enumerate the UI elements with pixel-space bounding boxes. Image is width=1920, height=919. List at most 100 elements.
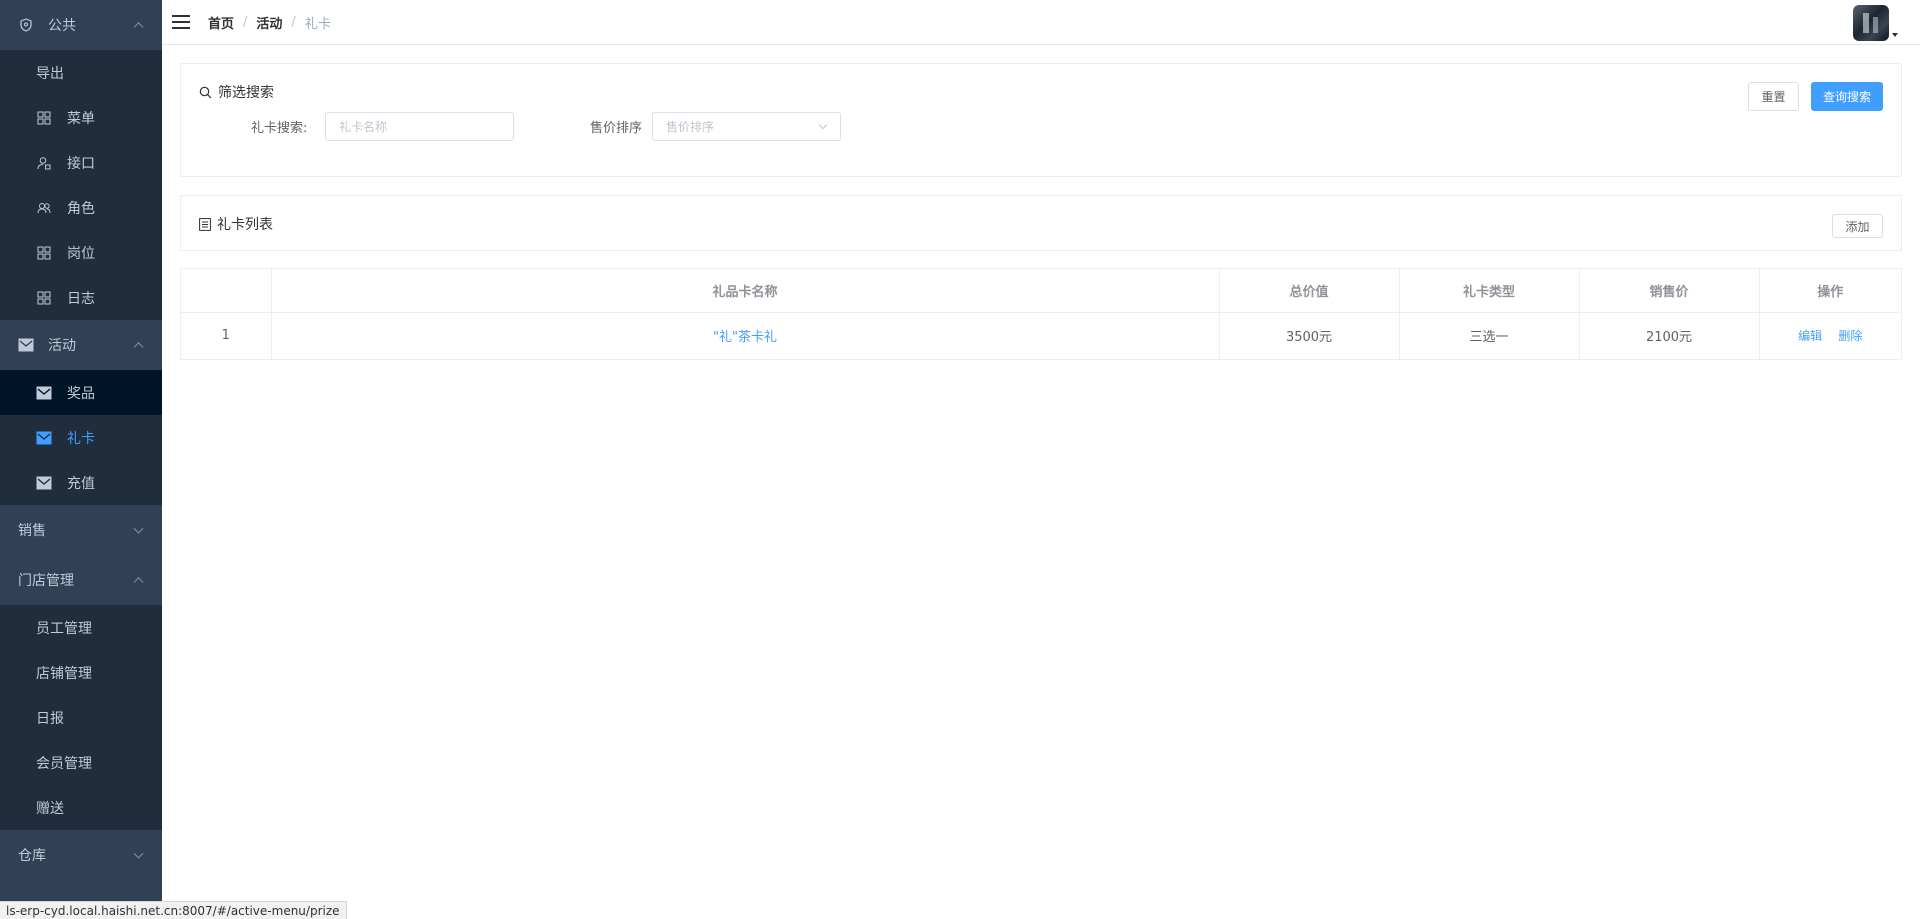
user-lock-icon [36, 155, 52, 171]
sidebar-item-log[interactable]: 日志 [0, 275, 162, 320]
chevron-down-icon [818, 120, 828, 130]
navbar: 首页 / 活动 / 礼卡 [162, 0, 1920, 45]
menu-group-label: 门店管理 [18, 573, 74, 589]
sidebar-item-members[interactable]: 会员管理 [0, 740, 162, 785]
filter-title: 筛选搜索 [199, 82, 274, 102]
add-button-label: 添加 [1845, 219, 1870, 234]
sidebar-item-label: 菜单 [67, 110, 95, 127]
menu-group-store[interactable]: 门店管理 [0, 555, 162, 605]
sidebar-item-gift[interactable]: 赠送 [0, 785, 162, 830]
price-sort-label: 售价排序 [590, 121, 643, 136]
menu-group-warehouse[interactable]: 仓库 [0, 830, 162, 880]
sidebar-item-label: 日报 [36, 710, 64, 727]
cell-price: 2100元 [1579, 312, 1760, 359]
submenu-store: 员工管理 店铺管理 日报 会员管理 赠送 [0, 605, 162, 830]
menu-group-public[interactable]: 公共 [0, 0, 162, 50]
mail-icon [36, 475, 52, 491]
grid-icon [36, 245, 52, 261]
breadcrumb-current: 礼卡 [304, 16, 331, 32]
sidebar-item-label: 角色 [67, 200, 95, 217]
price-sort-select[interactable]: 售价排序 [652, 112, 841, 141]
sidebar-item-menu[interactable]: 菜单 [0, 95, 162, 140]
cell-index: 1 [181, 312, 272, 359]
chevron-up-icon [133, 577, 144, 588]
main-content: 筛选搜索 礼卡搜索: 礼卡名称 售价排序 售价排序 重置 查询搜索 礼卡列表 添… [162, 46, 1920, 919]
filter-title-text: 筛选搜索 [218, 85, 274, 101]
cell-total: 3500元 [1219, 312, 1400, 359]
grid-icon [36, 110, 52, 126]
menu-group-label: 仓库 [18, 848, 46, 864]
add-button[interactable]: 添加 [1832, 214, 1883, 238]
document-icon [199, 217, 211, 231]
col-total-header: 总价值 [1219, 269, 1400, 313]
price-sort-placeholder: 售价排序 [666, 120, 715, 134]
menu-group-label: 公共 [48, 18, 76, 34]
sidebar-item-prize[interactable]: 奖品 [0, 370, 162, 415]
shield-icon [18, 17, 34, 33]
hamburger-icon[interactable] [172, 15, 190, 29]
submenu-public: 导出 菜单 接口 角色 岗位 日志 [0, 50, 162, 320]
col-actions-header: 操作 [1759, 269, 1901, 313]
breadcrumb-separator: / [291, 14, 296, 30]
sidebar-item-post[interactable]: 岗位 [0, 230, 162, 275]
sidebar-item-label: 礼卡 [67, 430, 95, 447]
sidebar-item-label: 充值 [67, 475, 95, 492]
giftcard-name-link[interactable]: "礼"茶卡礼 [713, 330, 777, 345]
sidebar-item-role[interactable]: 角色 [0, 185, 162, 230]
chevron-down-icon [133, 523, 144, 534]
list-title-text: 礼卡列表 [217, 217, 273, 233]
breadcrumb: 首页 / 活动 / 礼卡 [208, 13, 331, 32]
sidebar-item-daily[interactable]: 日报 [0, 695, 162, 740]
reset-button-label: 重置 [1761, 90, 1786, 104]
giftcard-name-input[interactable]: 礼卡名称 [325, 112, 514, 141]
col-index-header [181, 269, 272, 313]
avatar[interactable] [1853, 5, 1889, 41]
sidebar-item-staff[interactable]: 员工管理 [0, 605, 162, 650]
menu-group-label: 活动 [48, 338, 76, 354]
status-bar-url: ls-erp-cyd.local.haishi.net.cn:8007/#/ac… [0, 901, 347, 919]
breadcrumb-separator: / [243, 14, 248, 30]
search-icon [199, 86, 212, 99]
col-name-header: 礼品卡名称 [271, 269, 1220, 313]
filter-card: 筛选搜索 礼卡搜索: 礼卡名称 售价排序 售价排序 重置 查询搜索 [180, 63, 1902, 177]
mail-icon [18, 337, 34, 353]
table-header-row: 礼品卡名称 总价值 礼卡类型 销售价 操作 [181, 269, 1901, 313]
table-row: 1 "礼"茶卡礼 3500元 三选一 2100元 编辑 删除 [181, 312, 1901, 359]
cell-actions: 编辑 删除 [1759, 312, 1901, 359]
reset-button[interactable]: 重置 [1748, 82, 1799, 111]
list-card: 礼卡列表 添加 [180, 195, 1902, 251]
sidebar-item-label: 日志 [67, 290, 95, 307]
breadcrumb-home[interactable]: 首页 [208, 13, 234, 32]
sidebar-item-label: 接口 [67, 155, 95, 172]
sidebar-item-api[interactable]: 接口 [0, 140, 162, 185]
mail-icon [36, 430, 52, 446]
edit-button[interactable]: 编辑 [1798, 329, 1822, 343]
chevron-down-icon [133, 848, 144, 859]
users-icon [36, 200, 52, 216]
list-title: 礼卡列表 [199, 214, 273, 234]
menu-group-activity[interactable]: 活动 [0, 320, 162, 370]
sidebar-item-recharge[interactable]: 充值 [0, 460, 162, 505]
menu-group-label: 销售 [18, 523, 46, 539]
chevron-up-icon [133, 22, 144, 33]
mail-icon [36, 385, 52, 401]
search-button[interactable]: 查询搜索 [1811, 82, 1883, 111]
chevron-up-icon [133, 342, 144, 353]
giftcard-search-label: 礼卡搜索: [251, 121, 308, 136]
giftcard-table: 礼品卡名称 总价值 礼卡类型 销售价 操作 1 "礼"茶卡礼 3500元 三选一… [180, 268, 1902, 360]
sidebar-item-label: 岗位 [67, 245, 95, 262]
submenu-activity: 奖品 礼卡 充值 [0, 370, 162, 505]
delete-button[interactable]: 删除 [1838, 329, 1862, 343]
search-button-label: 查询搜索 [1822, 90, 1871, 104]
sidebar-item-label: 导出 [36, 65, 64, 82]
menu-group-sales[interactable]: 销售 [0, 505, 162, 555]
sidebar-item-label: 店铺管理 [36, 665, 92, 682]
sidebar-item-export[interactable]: 导出 [0, 50, 162, 95]
sidebar-item-shops[interactable]: 店铺管理 [0, 650, 162, 695]
sidebar-item-label: 赠送 [36, 800, 64, 817]
breadcrumb-activity[interactable]: 活动 [256, 13, 282, 32]
sidebar-item-giftcard[interactable]: 礼卡 [0, 415, 162, 460]
giftcard-name-placeholder: 礼卡名称 [339, 120, 388, 134]
sidebar: 公共 导出 菜单 接口 角色 岗位 日志 活动 奖品 礼卡 充值 销售 门店管理… [0, 0, 162, 919]
caret-down-icon[interactable] [1892, 33, 1898, 37]
